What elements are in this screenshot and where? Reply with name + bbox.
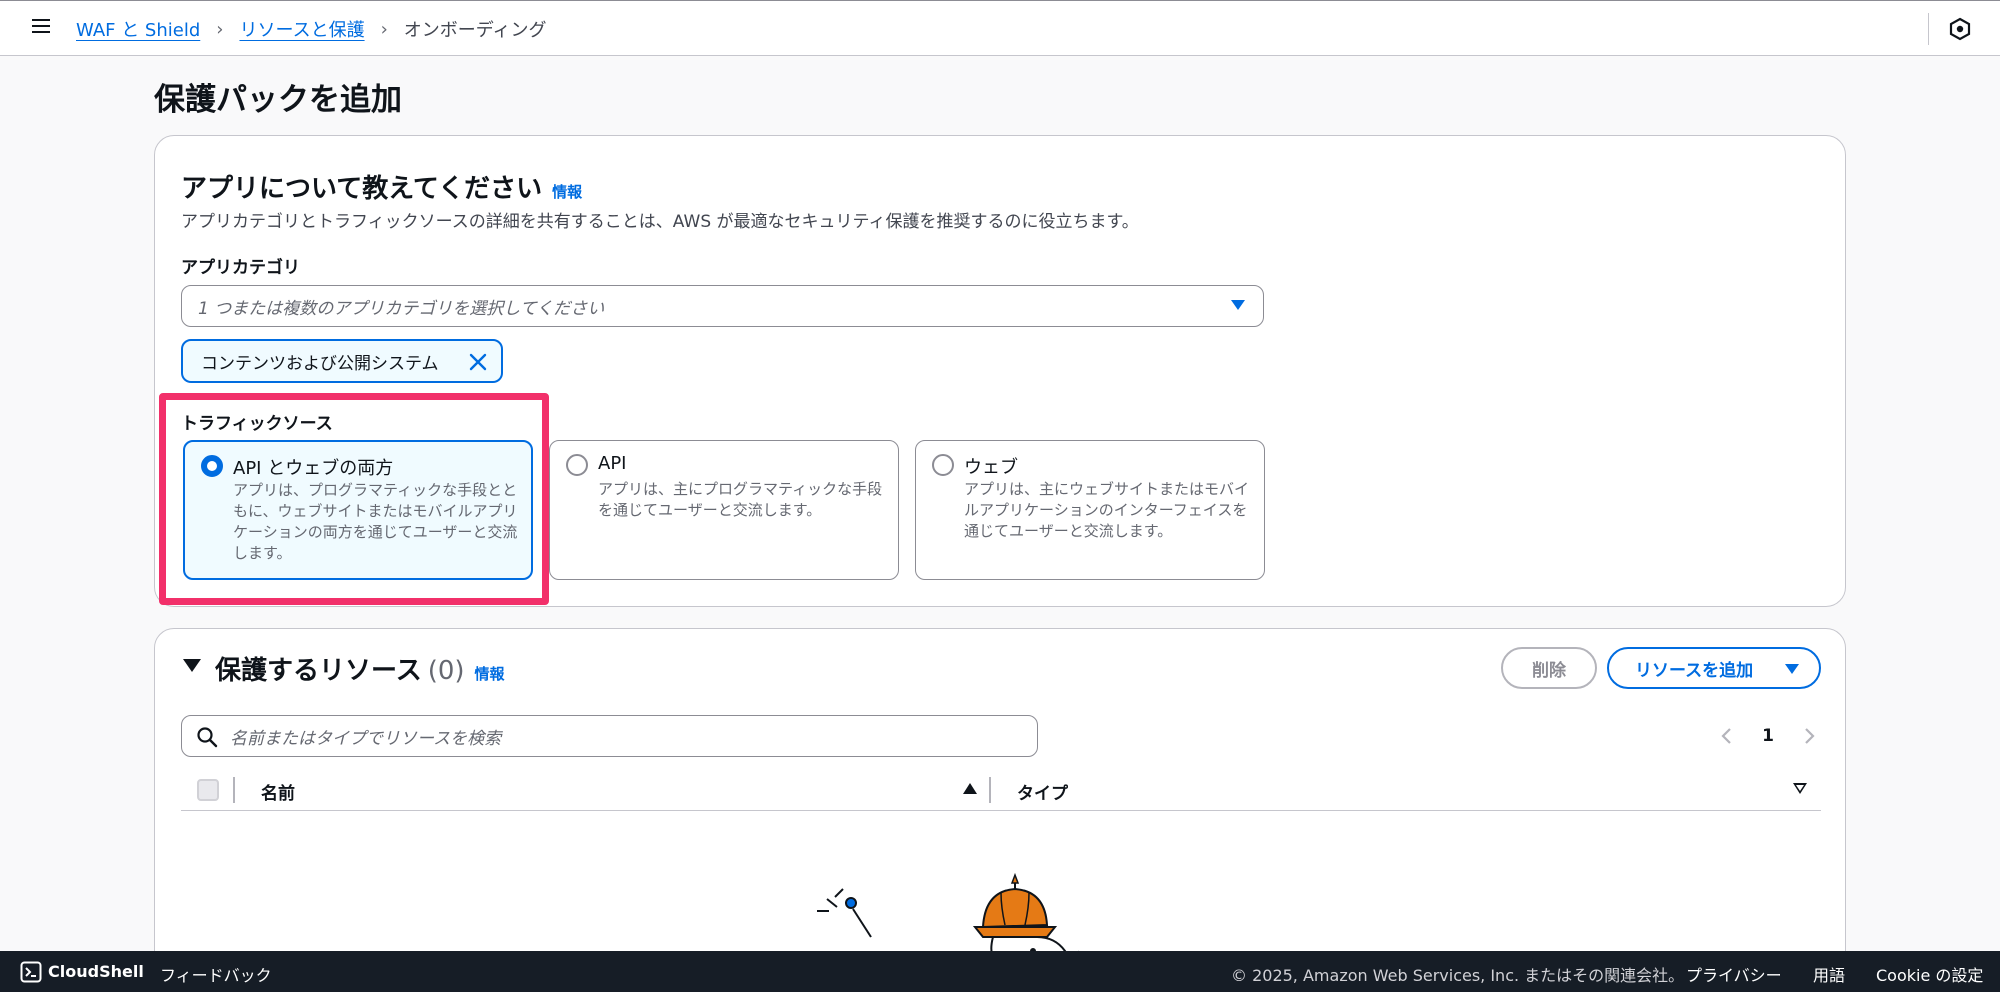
option-description: アプリは、主にプログラマティックな手段を通じてユーザーと交流します。 bbox=[598, 480, 883, 519]
footer: CloudShell フィードバック © 2025, Amazon Web Se… bbox=[0, 951, 2000, 992]
radio-icon[interactable] bbox=[566, 454, 588, 476]
copyright-text: © 2025, Amazon Web Services, Inc. またはその関… bbox=[1231, 966, 1685, 985]
cloudshell-button[interactable]: CloudShell bbox=[48, 962, 144, 981]
traffic-option-api-and-web[interactable]: API とウェブの両方 アプリは、プログラマティックな手段とともに、ウェブサイト… bbox=[183, 440, 533, 580]
resources-title: 保護するリソース bbox=[215, 656, 422, 686]
traffic-option-web[interactable]: ウェブ アプリは、主にウェブサイトまたはモバイルアプリケーションのインターフェイ… bbox=[915, 440, 1265, 580]
resources-count: (0) bbox=[427, 656, 465, 686]
close-icon[interactable] bbox=[467, 351, 489, 373]
option-title: API bbox=[598, 453, 627, 474]
cloudshell-icon[interactable] bbox=[20, 961, 42, 983]
token-label: コンテンツおよび公開システム bbox=[201, 353, 439, 374]
radio-selected-icon[interactable] bbox=[201, 455, 223, 477]
caret-down-icon bbox=[1785, 664, 1799, 674]
traffic-option-api[interactable]: API アプリは、主にプログラマティックな手段を通じてユーザーと交流します。 bbox=[549, 440, 899, 580]
chevron-right-icon[interactable] bbox=[1797, 724, 1821, 748]
add-resource-label: リソースを追加 bbox=[1635, 660, 1754, 681]
search-icon bbox=[196, 726, 218, 748]
column-divider bbox=[989, 777, 991, 803]
chevron-left-icon[interactable] bbox=[1715, 724, 1739, 748]
pagination: 1 bbox=[1715, 721, 1821, 751]
section-description: アプリカテゴリとトラフィックソースの詳細を共有することは、AWS が最適なセキュ… bbox=[181, 212, 1139, 232]
resource-search-input[interactable]: 名前またはタイプでリソースを検索 bbox=[181, 715, 1038, 757]
column-type[interactable]: タイプ bbox=[1017, 779, 1068, 804]
resources-header: 保護するリソース (0) 情報 bbox=[215, 650, 505, 687]
info-link[interactable]: 情報 bbox=[475, 665, 505, 683]
app-category-select[interactable]: 1 つまたは複数のアプリカテゴリを選択してください bbox=[181, 285, 1264, 327]
page-title: 保護パックを追加 bbox=[154, 82, 402, 118]
selected-category-token: コンテンツおよび公開システム bbox=[181, 339, 503, 383]
caret-expanded-icon[interactable] bbox=[183, 659, 201, 672]
chevron-right-icon: › bbox=[380, 18, 388, 40]
menu-icon[interactable] bbox=[28, 15, 54, 41]
privacy-link[interactable]: プライバシー bbox=[1686, 962, 1782, 986]
breadcrumb-current: オンボーディング bbox=[403, 20, 547, 41]
breadcrumb-waf-shield[interactable]: WAF と Shield bbox=[76, 16, 200, 42]
breadcrumb: WAF と Shield › リソースと保護 › オンボーディング bbox=[76, 1, 547, 57]
sort-ascending-icon[interactable] bbox=[963, 783, 977, 794]
sort-icon[interactable] bbox=[1793, 783, 1807, 794]
resources-container: 保護するリソース (0) 情報 削除 リソースを追加 名前またはタイプでリソースを検… bbox=[154, 628, 1846, 992]
breadcrumb-resources-protection[interactable]: リソースと保護 bbox=[239, 16, 364, 42]
terms-link[interactable]: 用語 bbox=[1813, 962, 1845, 986]
option-title: API とウェブの両方 bbox=[233, 458, 394, 479]
delete-button[interactable]: 削除 bbox=[1501, 647, 1597, 689]
option-description: アプリは、プログラマティックな手段とともに、ウェブサイトまたはモバイルアプリケー… bbox=[233, 481, 518, 562]
cookie-settings-link[interactable]: Cookie の設定 bbox=[1876, 962, 1983, 986]
assistant-icon[interactable] bbox=[1946, 15, 1974, 43]
section-title: アプリについて教えてください bbox=[181, 174, 543, 204]
table-header: 名前 タイプ bbox=[181, 771, 1821, 811]
option-title: ウェブ bbox=[964, 457, 1018, 478]
divider bbox=[1928, 13, 1929, 45]
add-resource-button[interactable]: リソースを追加 bbox=[1607, 647, 1821, 689]
page-number[interactable]: 1 bbox=[1762, 726, 1774, 746]
feedback-link[interactable]: フィードバック bbox=[160, 962, 272, 986]
caret-down-icon bbox=[1231, 300, 1245, 310]
info-link[interactable]: 情報 bbox=[552, 181, 582, 202]
chevron-right-icon: › bbox=[216, 18, 224, 40]
column-divider bbox=[233, 777, 235, 803]
search-placeholder: 名前またはタイプでリソースを検索 bbox=[230, 728, 502, 749]
select-placeholder: 1 つまたは複数のアプリカテゴリを選択してください bbox=[198, 298, 605, 319]
category-label: アプリカテゴリ bbox=[181, 258, 300, 278]
select-all-checkbox[interactable] bbox=[197, 779, 219, 801]
top-navigation: WAF と Shield › リソースと保護 › オンボーディング bbox=[0, 0, 2000, 56]
radio-icon[interactable] bbox=[932, 454, 954, 476]
column-name[interactable]: 名前 bbox=[261, 779, 295, 804]
traffic-source-label: トラフィックソース bbox=[181, 414, 333, 434]
option-description: アプリは、主にウェブサイトまたはモバイルアプリケーションのインターフェイスを通じ… bbox=[964, 480, 1250, 540]
app-info-container: アプリについて教えてください 情報 アプリカテゴリとトラフィックソースの詳細を共… bbox=[154, 135, 1846, 607]
